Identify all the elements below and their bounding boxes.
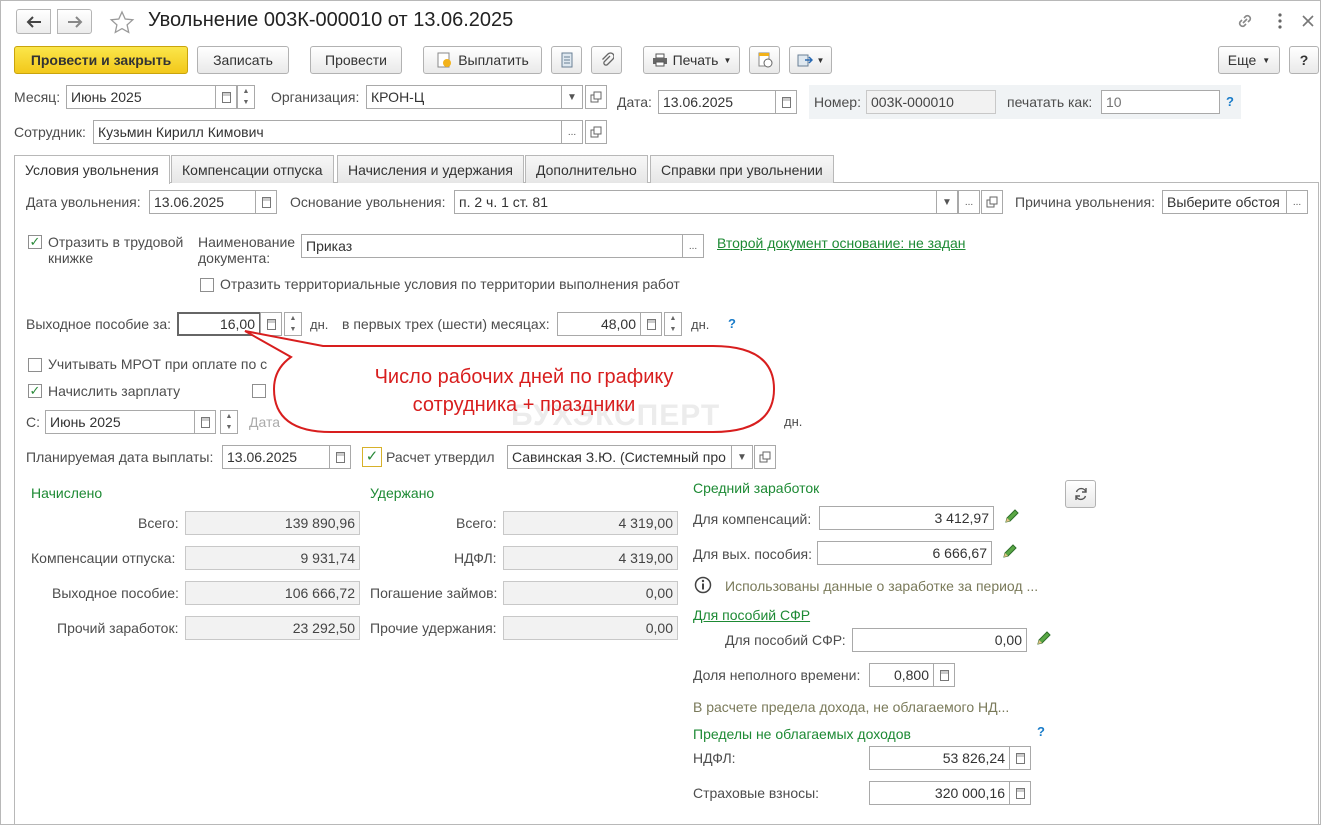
- callout-line2: сотрудника + праздники: [412, 394, 636, 416]
- callout-line1: Число рабочих дней по графику: [374, 366, 674, 388]
- document-window: Увольнение 003К-000010 от 13.06.2025 Про…: [0, 0, 1321, 825]
- callout-text: Число рабочих дней по графику сотрудника…: [274, 363, 774, 419]
